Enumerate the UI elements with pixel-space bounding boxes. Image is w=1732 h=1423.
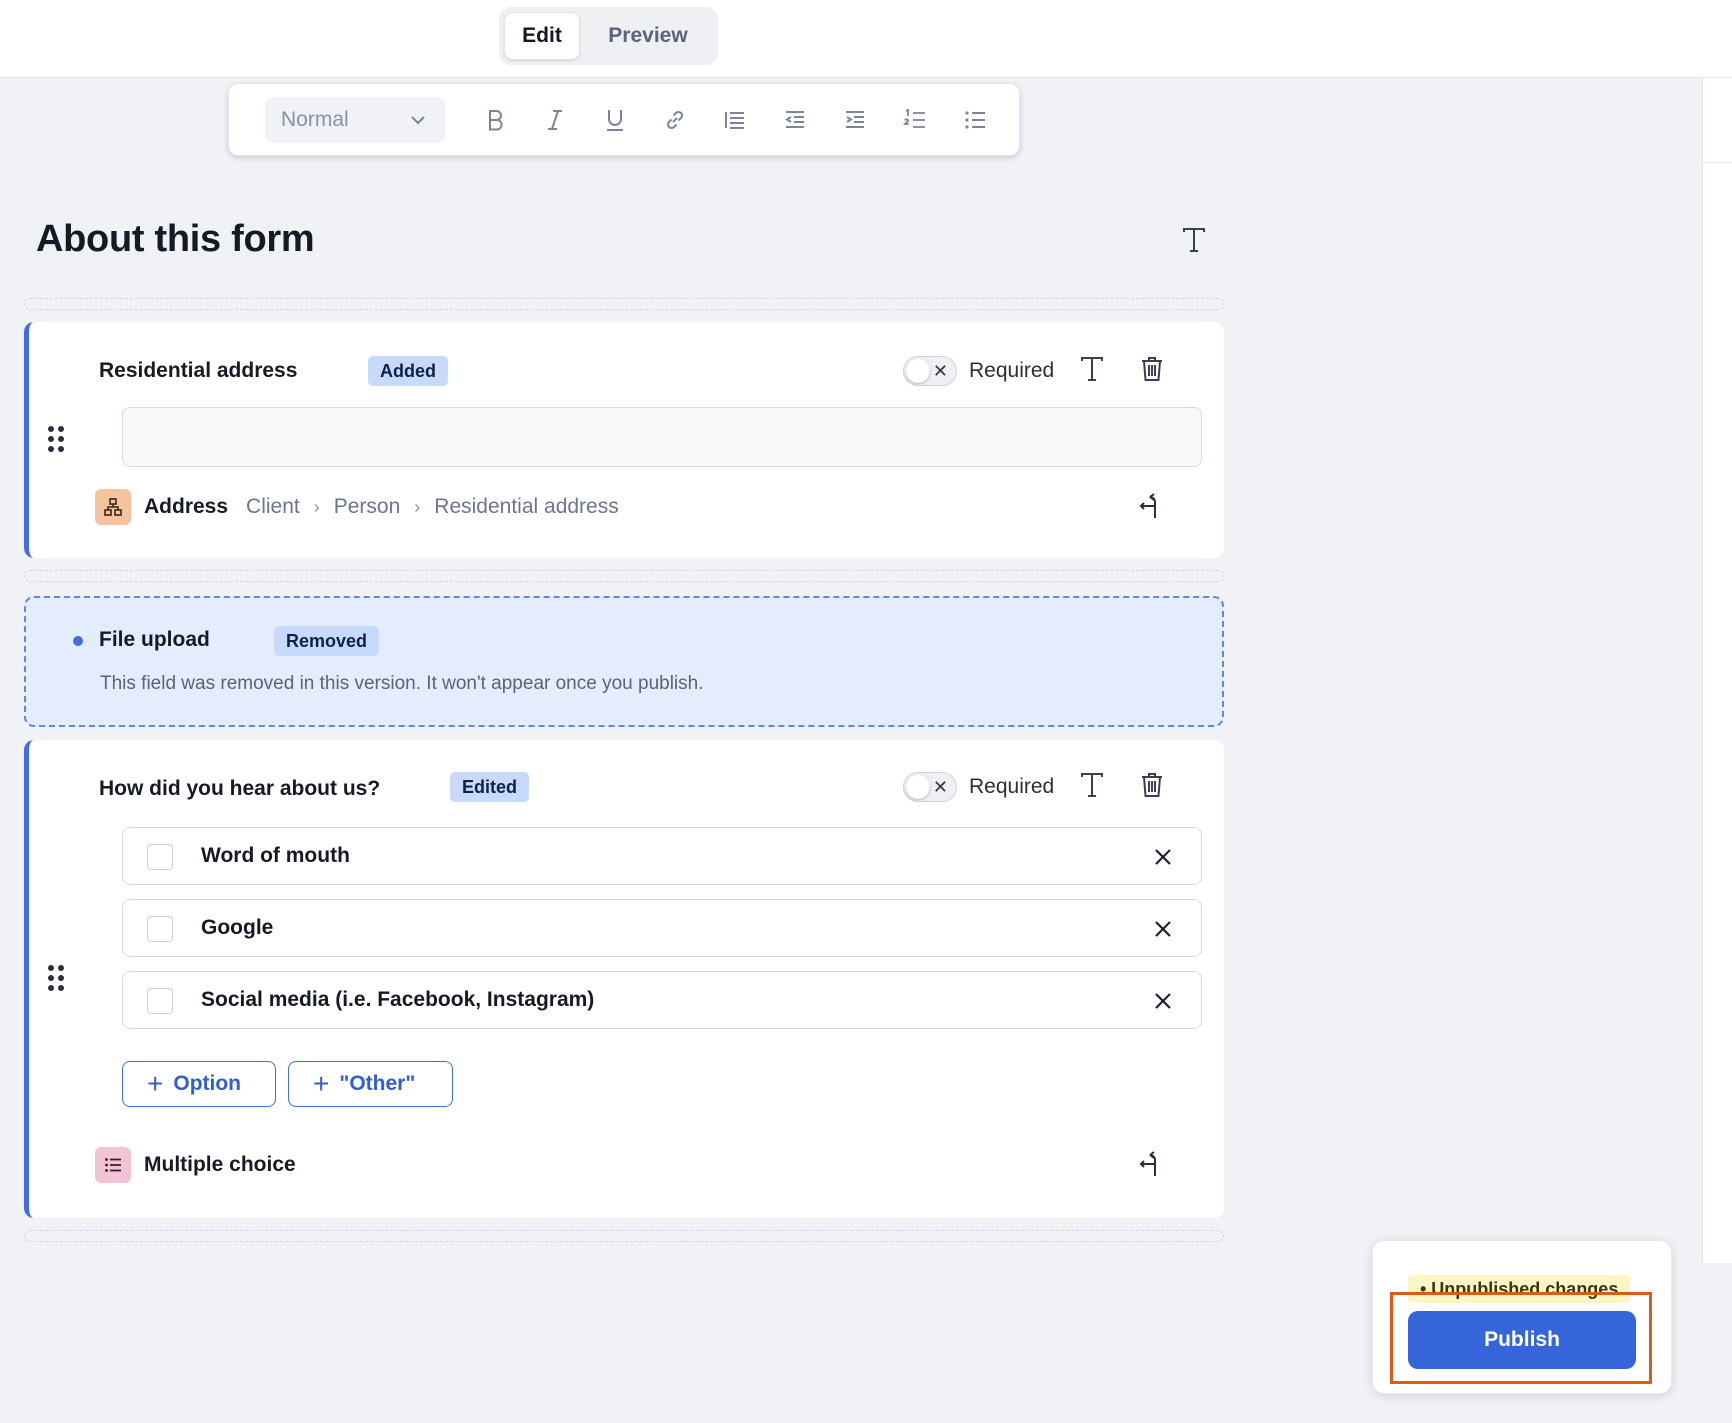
required-label: Required [969, 359, 1055, 382]
field-card-file-upload-removed[interactable]: File upload Removed This field was remov… [24, 596, 1224, 727]
status-badge: Edited [450, 772, 530, 802]
removed-note: This field was removed in this version. … [100, 673, 704, 694]
field-type-label: Multiple choice [144, 1153, 296, 1176]
option-checkbox[interactable] [147, 916, 173, 942]
add-option-button[interactable]: + Option [122, 1061, 276, 1107]
mapping-path-person: Person [333, 495, 401, 518]
bold-icon[interactable] [465, 97, 525, 143]
text-format-icon[interactable] [1077, 354, 1107, 384]
option-label[interactable]: Social media (i.e. Facebook, Instagram) [201, 988, 594, 1012]
trash-icon[interactable] [1137, 770, 1167, 800]
right-panel-edge [1702, 78, 1732, 1263]
text-style-select[interactable]: Normal [265, 96, 445, 143]
mapping-type: Address [144, 495, 229, 518]
close-icon[interactable] [1151, 845, 1175, 869]
status-badge: Removed [274, 626, 380, 656]
top-bar: Edit Preview [0, 0, 1732, 78]
list-icon [95, 1147, 131, 1183]
indent-icon[interactable] [825, 97, 885, 143]
option-label[interactable]: Word of mouth [201, 844, 350, 868]
drop-zone [24, 1230, 1224, 1242]
chevron-right-icon: › [414, 496, 421, 517]
field-card-how-did-you-hear[interactable]: How did you hear about us? Edited ✕ Requ… [24, 740, 1224, 1218]
list-item: Google [122, 899, 1202, 957]
close-icon[interactable] [1151, 989, 1175, 1013]
page-title[interactable]: About this form [36, 218, 315, 261]
plus-icon: + [313, 1068, 330, 1099]
required-toggle[interactable]: ✕ [903, 356, 957, 386]
chevron-down-icon [411, 115, 425, 124]
option-checkbox[interactable] [147, 988, 173, 1014]
status-badge: Added [368, 356, 448, 386]
numbered-list-icon[interactable] [885, 97, 945, 143]
add-other-button[interactable]: + "Other" [288, 1061, 453, 1107]
connect-mapping-icon[interactable] [1137, 492, 1167, 522]
field-type: Multiple choice [95, 1147, 314, 1183]
drop-zone [24, 570, 1224, 582]
field-card-residential-address[interactable]: Residential address Added ✕ Required Add… [24, 322, 1224, 558]
mapping-path-field: Residential address [434, 495, 619, 518]
text-format-icon[interactable] [1077, 770, 1107, 800]
field-label[interactable]: Residential address [99, 359, 297, 383]
field-mapping: Address Client › Person › Residential ad… [95, 489, 619, 525]
edit-tab[interactable]: Edit [504, 12, 580, 60]
required-toggle[interactable]: ✕ [903, 772, 957, 802]
drag-handle-icon[interactable] [48, 965, 68, 995]
close-icon[interactable] [1151, 917, 1175, 941]
option-checkbox[interactable] [147, 844, 173, 870]
publish-panel: • Unpublished changes Publish [1372, 1240, 1672, 1394]
underline-icon[interactable] [585, 97, 645, 143]
publish-button[interactable]: Publish [1408, 1311, 1636, 1369]
edit-preview-switch: Edit Preview [499, 7, 718, 65]
italic-icon[interactable] [525, 97, 585, 143]
residential-address-input[interactable] [122, 407, 1202, 467]
field-label: File upload [99, 628, 210, 651]
option-label[interactable]: Google [201, 916, 273, 940]
align-left-icon[interactable] [705, 97, 765, 143]
list-item: Social media (i.e. Facebook, Instagram) [122, 971, 1202, 1029]
list-item: Word of mouth [122, 827, 1202, 885]
removed-indicator [73, 636, 83, 646]
preview-tab[interactable]: Preview [586, 12, 710, 60]
chevron-right-icon: › [313, 496, 320, 517]
mapping-path-client: Client [246, 495, 300, 518]
connect-mapping-icon[interactable] [1137, 1150, 1167, 1180]
bullet-list-icon[interactable] [945, 97, 1005, 143]
formatting-toolbar: Normal [228, 83, 1020, 156]
required-label: Required [969, 775, 1055, 798]
text-format-icon[interactable] [1180, 226, 1208, 254]
drag-handle-icon[interactable] [48, 426, 68, 456]
link-icon[interactable] [645, 97, 705, 143]
hierarchy-icon [95, 489, 131, 525]
outdent-icon[interactable] [765, 97, 825, 143]
text-style-value: Normal [281, 107, 349, 131]
drop-zone [24, 298, 1224, 310]
trash-icon[interactable] [1137, 354, 1167, 384]
field-label[interactable]: How did you hear about us? [99, 777, 380, 801]
plus-icon: + [147, 1068, 164, 1099]
